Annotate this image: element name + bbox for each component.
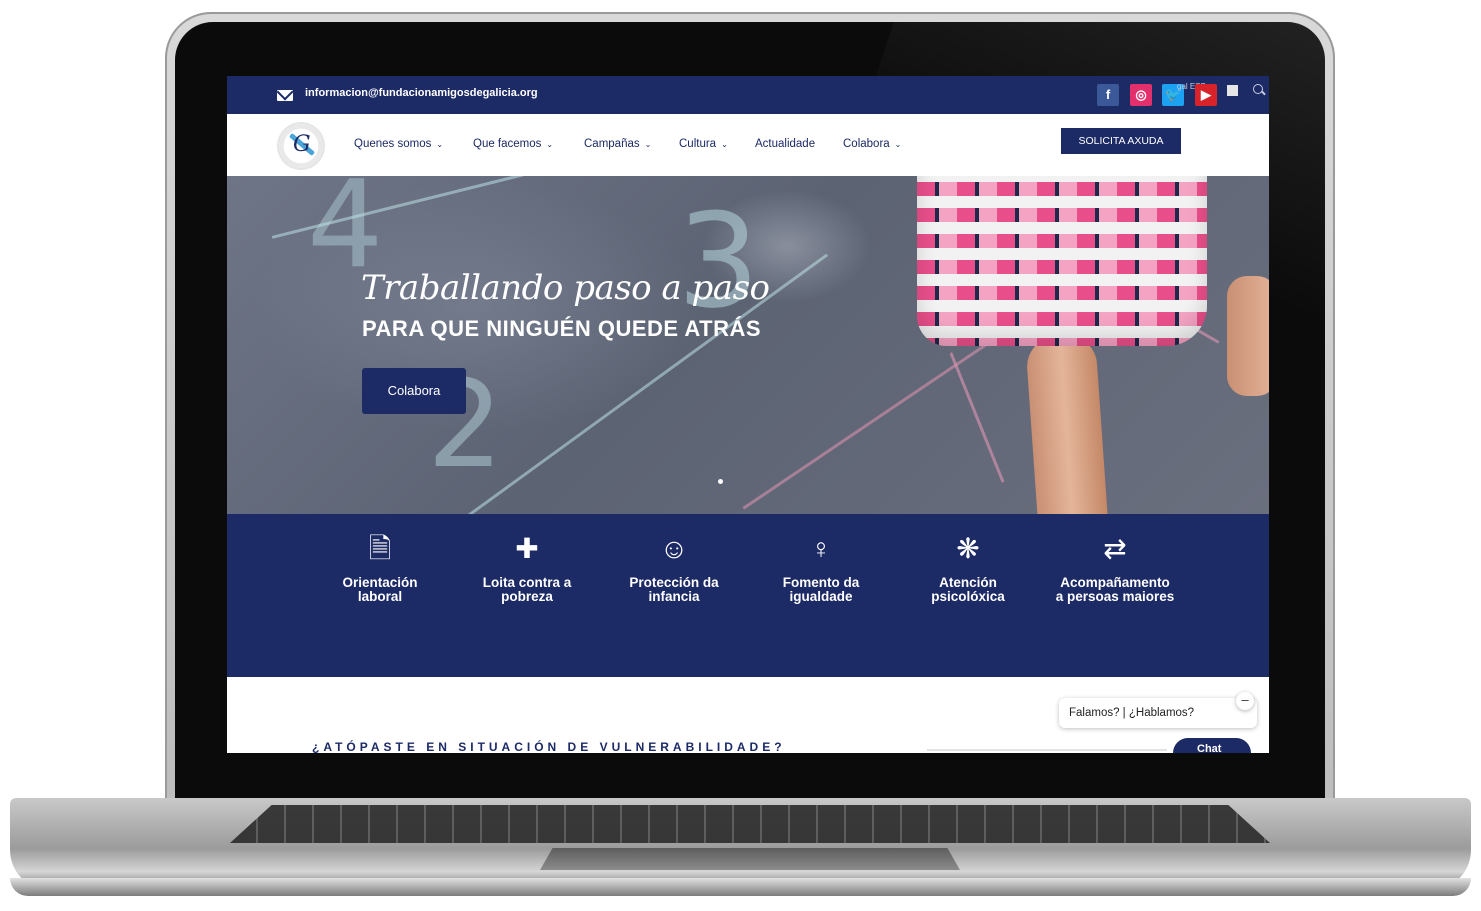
service-loita-contra-a-pobreza[interactable]: ✚ Loita contra a pobreza xyxy=(467,532,587,604)
female-symbol-icon: ♀ xyxy=(810,533,832,564)
nav-item-cultura[interactable]: Cultura ⌄ xyxy=(679,138,728,150)
laptop-trackpad xyxy=(540,848,960,870)
nav-item-label: Cultura xyxy=(679,138,717,150)
service-label: Loita contra a pobreza xyxy=(482,575,572,604)
child-dress xyxy=(917,176,1207,346)
laptop-base-lip xyxy=(10,878,1471,896)
nav-item-actualidade[interactable]: Actualidade xyxy=(755,138,815,150)
site-logo[interactable]: G xyxy=(279,124,323,168)
child-leg xyxy=(1227,276,1269,396)
service-label: Acompañamento a persoas maiores xyxy=(1055,575,1175,604)
service-label: Atención psicolóxica xyxy=(931,575,1005,604)
chat-greeting-bubble[interactable]: Falamos? | ¿Hablamos? xyxy=(1059,698,1257,728)
child-leg xyxy=(1025,333,1109,514)
chevron-down-icon: ⌄ xyxy=(721,140,728,149)
facebook-icon[interactable]: f xyxy=(1097,84,1119,106)
nav-item-quenes-somos[interactable]: Quenes somos ⌄ xyxy=(354,138,443,150)
contact-email-link[interactable]: informacion@fundacionamigosdegalicia.org xyxy=(305,87,538,99)
chalk-line xyxy=(949,352,1005,483)
hero-collaborate-button[interactable]: Colabora xyxy=(362,368,466,414)
document-search-icon: 🗎 xyxy=(368,533,392,564)
youtube-icon[interactable]: ▶ xyxy=(1195,84,1217,106)
request-help-button[interactable]: SOLICITA AXUDA xyxy=(1061,128,1181,154)
service-atencion-psicoloxica[interactable]: ❋ Atención psicolóxica xyxy=(908,532,1028,604)
chevron-down-icon: ⌄ xyxy=(546,140,554,149)
service-label: Orientación laboral xyxy=(342,575,418,604)
chat-button[interactable]: Chat xyxy=(1173,738,1251,753)
section-heading: ¿ATÓPASTE EN SITUACIÓN DE VULNERABILIDAD… xyxy=(312,740,786,754)
nav-item-label: Actualidade xyxy=(755,138,816,150)
chevron-down-icon: ⌄ xyxy=(644,140,652,149)
nav-item-campanas[interactable]: Campañas ⌄ xyxy=(584,138,651,150)
flag-icon[interactable] xyxy=(1227,85,1238,96)
brain-icon: ❋ xyxy=(956,533,980,564)
hero-tagline: Traballando paso a paso xyxy=(361,268,770,308)
mail-icon xyxy=(277,90,293,101)
services-strip: 🗎 Orientación laboral ✚ Loita contra a p… xyxy=(227,514,1269,677)
nav-item-label: Campañas xyxy=(584,138,640,150)
chevron-down-icon: ⌄ xyxy=(436,140,444,149)
service-acompanamento-persoas-maiores[interactable]: ⇄ Acompañamento a persoas maiores xyxy=(1055,532,1175,604)
nav-item-label: Que facemos xyxy=(473,138,542,150)
service-fomento-da-igualdade[interactable]: ♀ Fomento da igualdade xyxy=(761,532,881,604)
hero-banner: 4 3 2 Traballando paso a paso PARA QUE N… xyxy=(227,176,1269,514)
child-icon: ☺ xyxy=(659,533,689,564)
nav-item-label: Quenes somos xyxy=(354,138,432,150)
nav-item-que-facemos[interactable]: Que facemos ⌄ xyxy=(473,138,553,150)
chat-close-button[interactable]: – xyxy=(1236,692,1254,710)
hero-title: PARA QUE NINGUÉN QUEDE ATRÁS xyxy=(362,316,762,341)
service-orientacion-laboral[interactable]: 🗎 Orientación laboral xyxy=(320,532,440,604)
divider xyxy=(927,749,1167,751)
nav-item-colabora[interactable]: Colabora ⌄ xyxy=(843,138,901,150)
search-icon[interactable] xyxy=(1253,84,1263,94)
service-proteccion-da-infancia[interactable]: ☺ Protección da infancia xyxy=(614,532,734,604)
chevron-down-icon: ⌄ xyxy=(894,140,902,149)
instagram-icon[interactable]: ◎ xyxy=(1130,84,1152,106)
service-label: Protección da infancia xyxy=(629,575,719,604)
service-label: Fomento da igualdade xyxy=(782,575,860,604)
main-navigation: G Quenes somos ⌄ Que facemos ⌄ Campañas ⌄ C… xyxy=(227,114,1269,176)
top-bar: informacion@fundacionamigosdegalicia.org… xyxy=(227,76,1269,114)
logo-letter: G xyxy=(293,132,311,157)
nav-item-label: Colabora xyxy=(843,138,890,150)
website-screen: informacion@fundacionamigosdegalicia.org… xyxy=(227,76,1269,753)
hand-plus-icon: ✚ xyxy=(515,533,539,564)
laptop-keyboard xyxy=(230,805,1270,843)
slider-dot[interactable] xyxy=(718,479,723,484)
people-arrows-icon: ⇄ xyxy=(1103,533,1127,564)
